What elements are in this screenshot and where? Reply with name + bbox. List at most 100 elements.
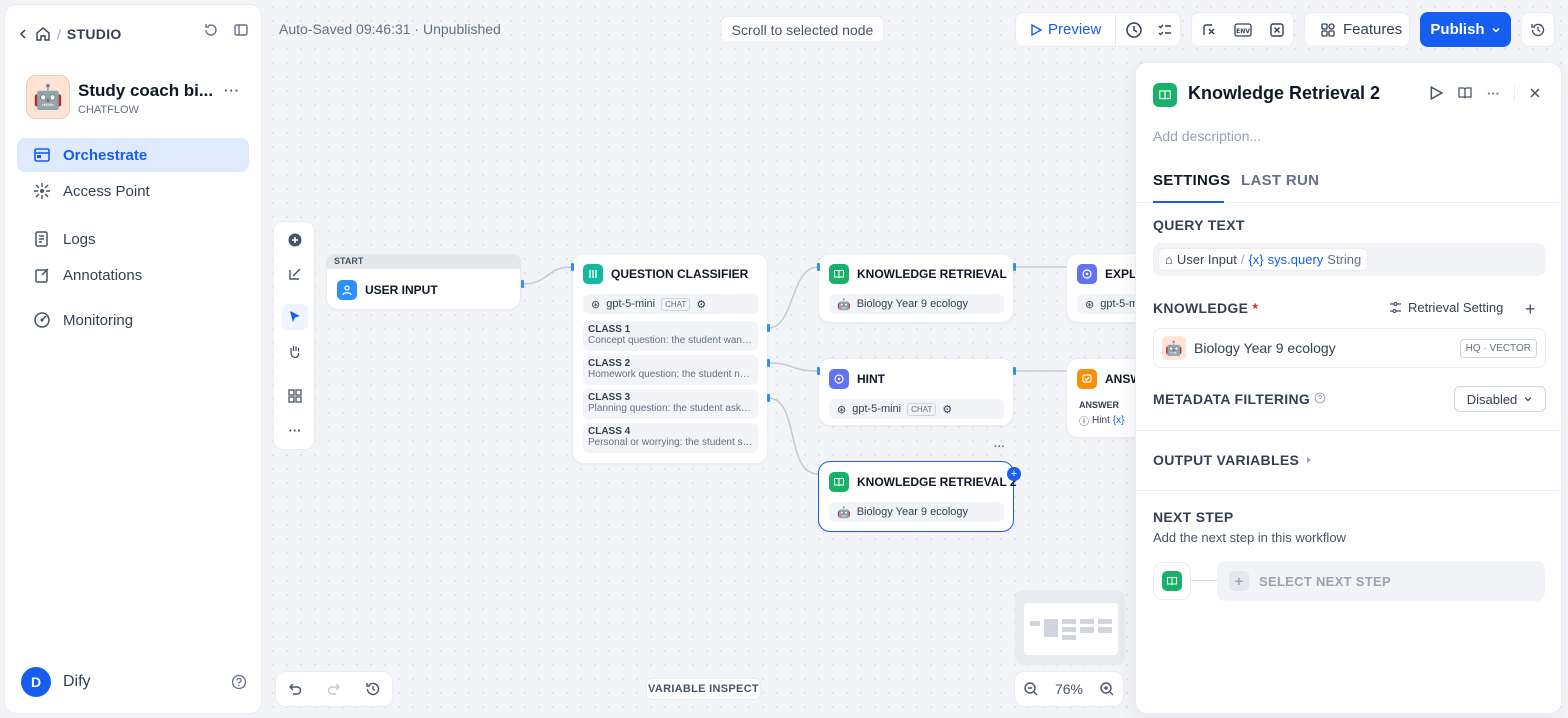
tab-settings[interactable]: SETTINGS bbox=[1153, 172, 1230, 189]
output-handle[interactable] bbox=[521, 280, 524, 288]
features-icon bbox=[1321, 22, 1335, 37]
features-button[interactable]: Features bbox=[1305, 21, 1418, 38]
output-handle[interactable] bbox=[1013, 367, 1016, 375]
knowledge-item[interactable]: 🤖 Biology Year 9 ecology HQ · VECTOR bbox=[1153, 328, 1546, 368]
organize-blocks-icon[interactable] bbox=[282, 383, 308, 409]
user-row[interactable]: D Dify bbox=[21, 667, 247, 697]
minimap[interactable] bbox=[1015, 590, 1125, 665]
hand-icon[interactable] bbox=[282, 338, 308, 364]
checklist-icon[interactable] bbox=[1157, 22, 1173, 38]
run-icon[interactable] bbox=[1429, 86, 1443, 100]
node-answer[interactable]: ANSW ANSWER ⓘ Hint {x} bbox=[1066, 358, 1146, 438]
variable-inspect-button[interactable]: VARIABLE INSPECT bbox=[646, 678, 761, 700]
connector-line bbox=[1191, 580, 1217, 581]
description-input[interactable]: Add description... bbox=[1153, 128, 1261, 144]
add-node-icon[interactable] bbox=[282, 227, 308, 253]
llm-small-icon: ⓘ bbox=[1079, 417, 1089, 428]
query-var: sys.query bbox=[1267, 252, 1324, 267]
node-knowledge-retrieval-2[interactable]: KNOWLEDGE RETRIEVAL 2 🤖 Biology Year 9 e… bbox=[818, 461, 1017, 532]
metadata-filtering-select[interactable]: Disabled bbox=[1454, 386, 1546, 412]
model-pill: ⊛ gpt-5-mini CHAT ⚙ bbox=[829, 399, 1004, 419]
nav-monitoring[interactable]: Monitoring bbox=[17, 303, 249, 337]
tab-last-run[interactable]: LAST RUN bbox=[1241, 172, 1319, 189]
panel-title[interactable]: Knowledge Retrieval 2 bbox=[1188, 83, 1380, 104]
sliders-icon bbox=[1390, 301, 1401, 314]
query-separator: / bbox=[1240, 252, 1245, 267]
env-icon[interactable]: ENV bbox=[1233, 22, 1252, 38]
monitoring-icon bbox=[34, 312, 50, 328]
refresh-icon[interactable] bbox=[203, 22, 219, 38]
features-group: Features bbox=[1304, 12, 1410, 47]
chevron-down-icon bbox=[1524, 397, 1532, 402]
breadcrumb-studio[interactable]: STUDIO bbox=[67, 26, 122, 42]
output-variables-toggle[interactable]: OUTPUT VARIABLES bbox=[1153, 452, 1313, 468]
chevron-down-icon bbox=[1492, 27, 1500, 33]
preview-label: Preview bbox=[1048, 21, 1102, 38]
node-user-input[interactable]: USER INPUT bbox=[326, 268, 521, 310]
current-node-icon bbox=[1153, 562, 1191, 600]
nav-access-point[interactable]: Access Point bbox=[17, 174, 249, 208]
help-book-icon[interactable] bbox=[1457, 85, 1473, 101]
access-point-icon bbox=[34, 183, 50, 199]
undo-icon[interactable] bbox=[287, 681, 303, 697]
kb-pill: 🤖 Biology Year 9 ecology bbox=[829, 294, 1004, 314]
nav-annotations[interactable]: Annotations bbox=[17, 258, 249, 292]
app-card[interactable]: 🤖 Study coach bi... CHATFLOW ··· bbox=[26, 73, 246, 123]
answer-icon bbox=[1077, 369, 1097, 389]
llm-icon bbox=[1077, 264, 1097, 284]
publish-button[interactable]: Publish bbox=[1420, 12, 1511, 47]
node-question-classifier[interactable]: QUESTION CLASSIFIER ⊛ gpt-5-mini CHAT ⚙ … bbox=[572, 253, 768, 464]
zoom-in-icon[interactable] bbox=[1099, 681, 1115, 697]
nav-logs[interactable]: Logs bbox=[17, 222, 249, 256]
zoom-out-icon[interactable] bbox=[1023, 681, 1039, 697]
input-handle[interactable] bbox=[817, 263, 820, 271]
add-note-icon[interactable] bbox=[282, 261, 308, 287]
retrieval-setting-button[interactable]: Retrieval Setting bbox=[1389, 300, 1503, 315]
query-text-field[interactable]: ⌂ User Input / {x} sys.query String bbox=[1153, 243, 1546, 276]
node-more-icon[interactable]: ··· bbox=[994, 441, 1005, 453]
more-icon[interactable]: ··· bbox=[224, 83, 240, 98]
add-next-node-icon[interactable]: + bbox=[1007, 467, 1021, 481]
input-handle[interactable] bbox=[571, 263, 574, 271]
nav-label: Logs bbox=[63, 230, 96, 248]
class-3-handle[interactable] bbox=[767, 394, 770, 402]
system-variable-icon[interactable] bbox=[1269, 22, 1285, 38]
close-icon[interactable] bbox=[1529, 87, 1541, 99]
node-hint[interactable]: HINT ⊛ gpt-5-mini CHAT ⚙ bbox=[818, 358, 1014, 426]
node-explain[interactable]: EXPLA ⊛ gpt-5-m bbox=[1066, 253, 1157, 323]
class-1-handle[interactable] bbox=[767, 324, 770, 332]
more-icon[interactable]: ··· bbox=[1487, 86, 1500, 101]
zoom-level[interactable]: 76% bbox=[1055, 681, 1083, 697]
select-next-step-button[interactable]: + SELECT NEXT STEP bbox=[1217, 561, 1545, 601]
panel-tabs: SETTINGS LAST RUN bbox=[1136, 163, 1561, 203]
variable-icon: {x} bbox=[1112, 415, 1125, 426]
chevron-left-icon[interactable] bbox=[17, 28, 29, 40]
next-step-desc: Add the next step in this workflow bbox=[1153, 530, 1346, 545]
class-desc: Concept question: the student wants to u… bbox=[588, 335, 753, 346]
output-variables-label: OUTPUT VARIABLES bbox=[1153, 452, 1300, 468]
scroll-to-selected-node-button[interactable]: Scroll to selected node bbox=[721, 16, 884, 43]
help-icon[interactable] bbox=[1314, 391, 1326, 407]
add-knowledge-icon[interactable]: + bbox=[1525, 299, 1536, 320]
pointer-icon[interactable] bbox=[282, 304, 308, 330]
version-history-button[interactable] bbox=[1521, 12, 1555, 47]
nav-orchestrate[interactable]: Orchestrate bbox=[17, 138, 249, 172]
history-icon[interactable] bbox=[365, 681, 381, 697]
output-handle[interactable] bbox=[1013, 263, 1016, 271]
checklist-clock-icon[interactable] bbox=[1125, 21, 1143, 39]
query-variable-chip[interactable]: ⌂ User Input / {x} sys.query String bbox=[1158, 248, 1369, 271]
more-tools-icon[interactable]: ··· bbox=[282, 417, 308, 443]
class-2-handle[interactable] bbox=[767, 359, 770, 367]
model-pill: ⊛ gpt-5-mini CHAT ⚙ bbox=[583, 294, 758, 314]
input-handle[interactable] bbox=[817, 367, 820, 375]
query-text-label: QUERY TEXT bbox=[1153, 217, 1245, 233]
preview-button[interactable]: Preview bbox=[1016, 13, 1117, 46]
query-source: User Input bbox=[1176, 252, 1237, 267]
home-icon[interactable] bbox=[35, 26, 51, 42]
redo-icon[interactable] bbox=[326, 681, 342, 697]
sidebar-collapse-icon[interactable] bbox=[233, 22, 249, 38]
caret-right-icon bbox=[1307, 457, 1312, 463]
conversation-variable-icon[interactable] bbox=[1201, 22, 1217, 38]
node-knowledge-retrieval[interactable]: KNOWLEDGE RETRIEVAL 🤖 Biology Year 9 eco… bbox=[818, 253, 1014, 323]
help-icon[interactable] bbox=[231, 674, 247, 690]
